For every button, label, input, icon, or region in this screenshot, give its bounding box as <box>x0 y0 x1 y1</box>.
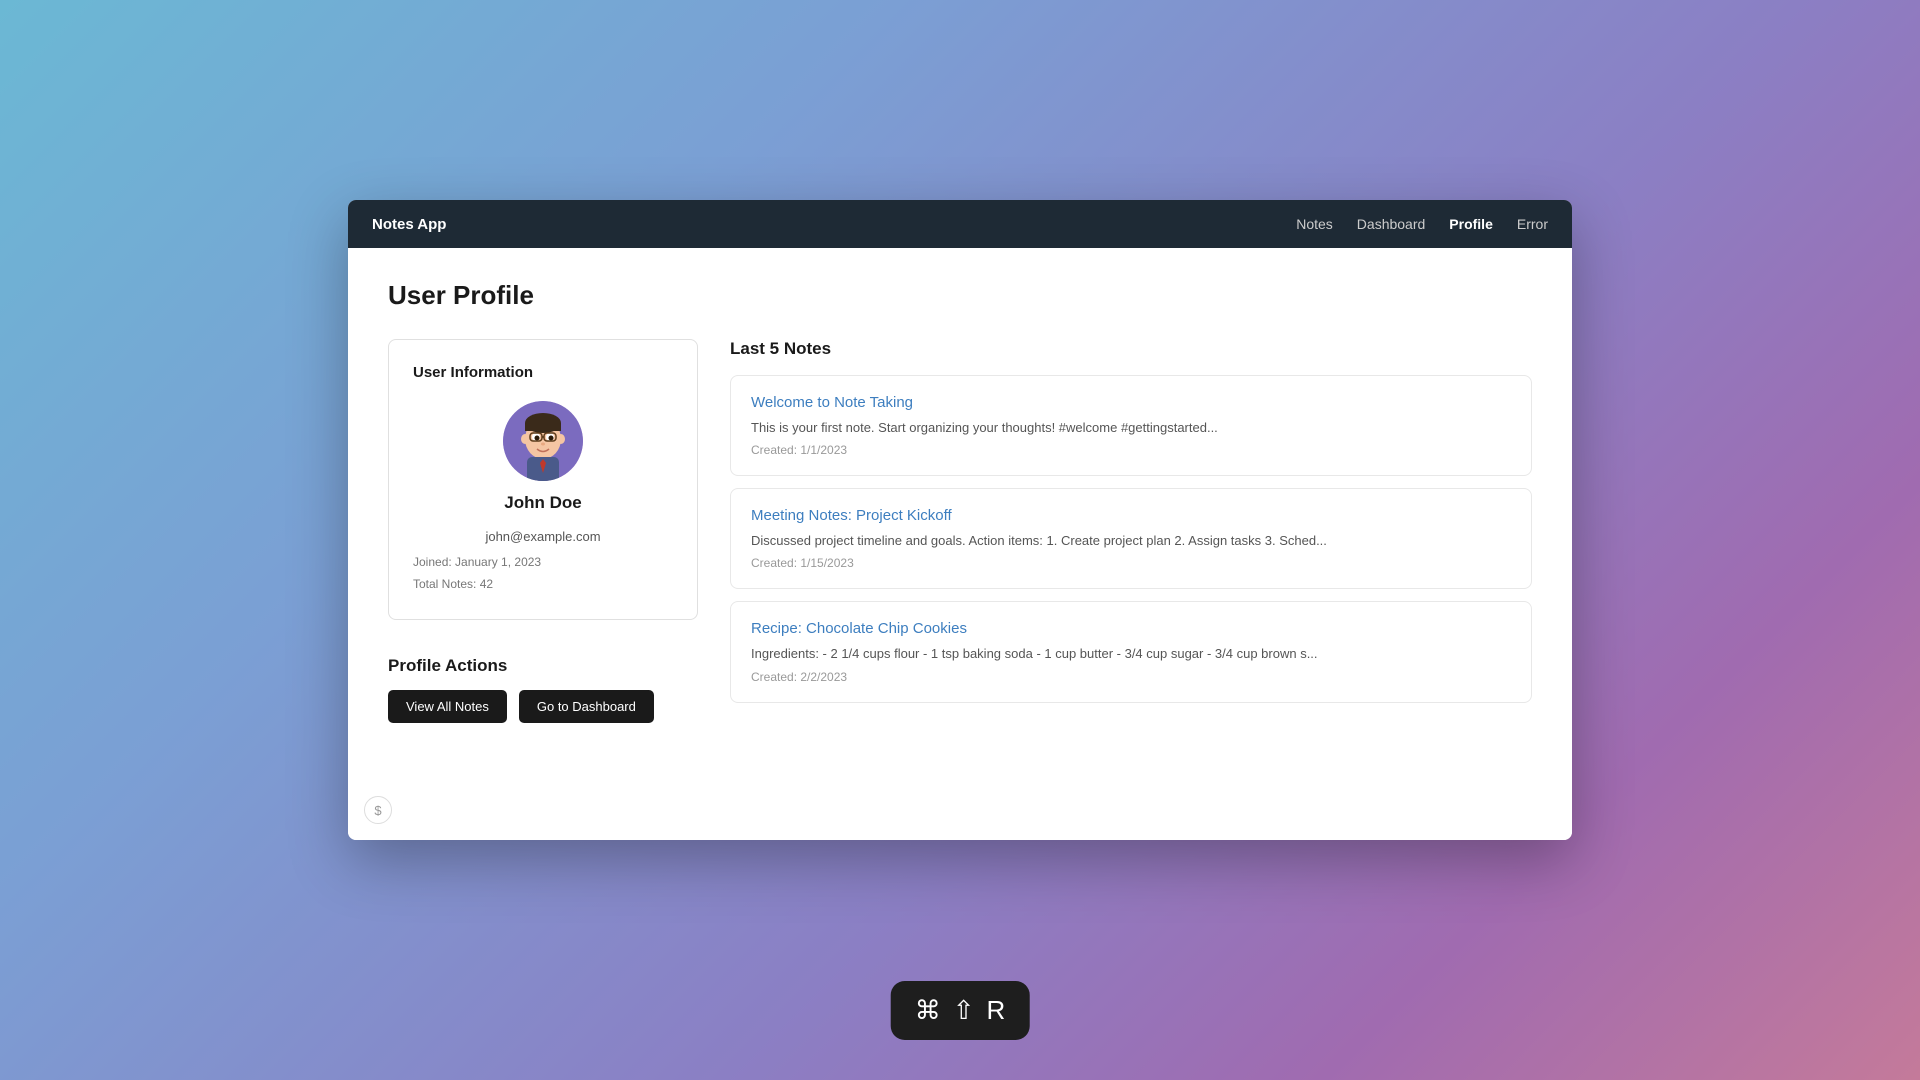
nav-profile[interactable]: Profile <box>1449 216 1493 232</box>
nav-error[interactable]: Error <box>1517 216 1548 232</box>
app-window: Notes App Notes Dashboard Profile Error … <box>348 200 1572 840</box>
keyboard-shortcut-badge: ⌘ ⇧ R <box>891 981 1030 1040</box>
note-date-2: Created: 1/15/2023 <box>751 556 1511 570</box>
notes-section-title: Last 5 Notes <box>730 339 1532 359</box>
note-title-3: Recipe: Chocolate Chip Cookies <box>751 620 1511 637</box>
user-total-notes: Total Notes: 42 <box>413 574 673 596</box>
key-r: R <box>987 995 1006 1026</box>
note-card-1[interactable]: Welcome to Note Taking This is your firs… <box>730 375 1532 476</box>
user-info-card: User Information <box>388 339 698 620</box>
app-brand: Notes App <box>372 216 446 233</box>
key-shift: ⇧ <box>953 995 975 1026</box>
user-email: john@example.com <box>413 529 673 544</box>
user-joined: Joined: January 1, 2023 <box>413 552 673 574</box>
left-panel: User Information <box>388 339 698 723</box>
profile-actions: Profile Actions View All Notes Go to Das… <box>388 656 698 723</box>
go-to-dashboard-button[interactable]: Go to Dashboard <box>519 690 654 723</box>
notes-section: Last 5 Notes Welcome to Note Taking This… <box>730 339 1532 715</box>
main-content: User Profile User Information <box>348 248 1572 840</box>
page-title: User Profile <box>388 280 1532 311</box>
note-date-3: Created: 2/2/2023 <box>751 670 1511 684</box>
nav-notes[interactable]: Notes <box>1296 216 1333 232</box>
actions-buttons: View All Notes Go to Dashboard <box>388 690 698 723</box>
note-preview-1: This is your first note. Start organizin… <box>751 419 1511 437</box>
user-name: John Doe <box>504 493 581 513</box>
user-avatar-section: John Doe <box>413 401 673 513</box>
navbar-links: Notes Dashboard Profile Error <box>1296 216 1548 232</box>
user-meta: Joined: January 1, 2023 Total Notes: 42 <box>413 552 673 595</box>
note-preview-3: Ingredients: - 2 1/4 cups flour - 1 tsp … <box>751 645 1511 663</box>
note-card-3[interactable]: Recipe: Chocolate Chip Cookies Ingredien… <box>730 601 1532 702</box>
nav-dashboard[interactable]: Dashboard <box>1357 216 1426 232</box>
bottom-left-icon: $ <box>364 796 392 824</box>
content-layout: User Information <box>388 339 1532 723</box>
navbar: Notes App Notes Dashboard Profile Error <box>348 200 1572 248</box>
note-date-1: Created: 1/1/2023 <box>751 443 1511 457</box>
note-title-1: Welcome to Note Taking <box>751 394 1511 411</box>
key-cmd: ⌘ <box>915 995 941 1026</box>
user-details: john@example.com Joined: January 1, 2023… <box>413 529 673 595</box>
user-info-title: User Information <box>413 364 673 381</box>
note-preview-2: Discussed project timeline and goals. Ac… <box>751 532 1511 550</box>
note-title-2: Meeting Notes: Project Kickoff <box>751 507 1511 524</box>
view-all-notes-button[interactable]: View All Notes <box>388 690 507 723</box>
profile-actions-title: Profile Actions <box>388 656 698 676</box>
avatar <box>503 401 583 481</box>
note-card-2[interactable]: Meeting Notes: Project Kickoff Discussed… <box>730 488 1532 589</box>
